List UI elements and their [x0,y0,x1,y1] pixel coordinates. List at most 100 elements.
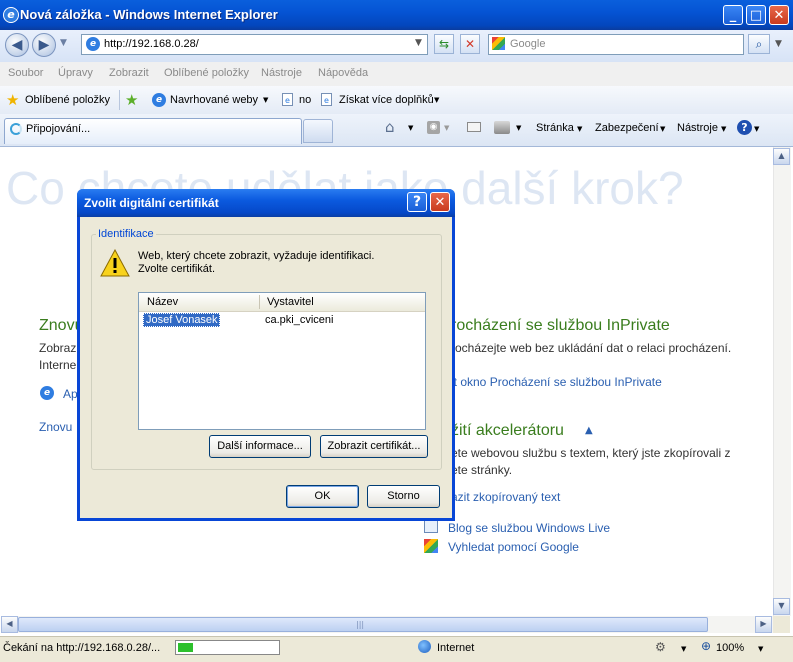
feeds-dropdown-icon[interactable]: ▼ [444,124,449,132]
menu-soubor[interactable]: Soubor [8,67,43,79]
collapse-icon[interactable]: ▲ [585,425,593,436]
scroll-left-button[interactable]: ◀ [1,616,18,633]
blog-link[interactable]: Blog se službou Windows Live [448,521,610,535]
favorites-star-icon: ★ [6,91,20,109]
search-options-icon[interactable]: ▼ [775,39,782,49]
favorite-no-link[interactable]: no [299,94,311,106]
print-dropdown-icon[interactable]: ▼ [516,124,521,132]
menu-napoveda[interactable]: Nápověda [318,67,368,79]
zoom-dropdown-icon[interactable]: ▼ [758,645,763,653]
print-icon[interactable] [494,121,510,134]
tab-title: Připojování... [26,123,91,135]
forward-button[interactable]: ▶ [32,33,56,57]
reopen-text-1: Zobrazit [39,341,83,355]
dialog-title: Zvolit digitální certifikát [84,196,219,210]
ie-logo-icon: e [3,7,19,23]
ie-reopen-icon: e [40,386,54,400]
addons-dropdown-icon[interactable]: ▼ [434,96,439,104]
divider [119,90,120,110]
refresh-icon[interactable]: ⇆ [434,34,454,54]
google-search-icon [424,539,438,553]
add-favorite-icon[interactable]: ★ [125,91,138,109]
dialog-message-2: Zvolte certifikát. [138,263,216,275]
history-dropdown-icon[interactable]: ▼ [60,38,67,48]
zoom-level[interactable]: 100% [716,642,744,654]
page-menu[interactable]: Stránka [536,122,574,134]
scroll-corner [773,616,790,633]
help-icon[interactable]: ? [737,120,752,135]
zoom-icon[interactable]: ⊕ [701,639,711,653]
loading-icon [10,123,22,135]
minimize-button[interactable]: _ [723,5,743,25]
tools-dropdown-icon: ▼ [721,125,727,133]
vertical-scrollbar[interactable] [773,147,791,616]
inprivate-link[interactable]: it okno Procházení se službou InPrivate [451,375,662,389]
inprivate-heading: rocházení se službou InPrivate [451,317,670,334]
security-menu[interactable]: Zabezpečení [595,122,659,134]
search-placeholder: Google [510,38,546,50]
google-search-link[interactable]: Vyhledat pomocí Google [448,540,579,554]
reopen-text-2: Interne [39,358,77,372]
accelerator-link[interactable]: azit zkopírovaný text [451,490,560,504]
page-addons-icon: e [321,93,332,106]
menu-upravy[interactable]: Úpravy [58,67,93,79]
cancel-button[interactable]: Storno [367,485,440,508]
scroll-up-button[interactable]: ▲ [773,148,790,165]
feeds-icon[interactable]: ◉ [427,121,440,134]
home-icon[interactable]: ⌂ [385,118,395,136]
more-info-button[interactable]: Další informace... [209,435,311,458]
maximize-button[interactable]: □ [746,5,766,25]
dialog-message-1: Web, který chcete zobrazit, vyžaduje ide… [138,250,375,262]
zone-text: Internet [437,642,475,654]
accelerator-text-1: ete webovou službu s textem, který jste … [451,446,731,460]
scroll-right-button[interactable]: ▶ [755,616,772,633]
suggested-sites-link[interactable]: Navrhované weby [170,94,258,106]
stop-icon[interactable]: ✕ [460,34,480,54]
column-issuer-header[interactable]: Vystavitel [267,296,314,308]
back-button[interactable]: ◀ [5,33,29,57]
mail-icon[interactable] [467,122,481,132]
address-url[interactable]: http://192.168.0.28/ [104,38,199,50]
close-button[interactable]: ✕ [769,5,789,25]
new-tab-button[interactable] [303,119,333,143]
ok-button[interactable]: OK [286,485,359,508]
security-dropdown-icon: ▼ [660,125,666,133]
tools-menu[interactable]: Nástroje [677,122,718,134]
view-certificate-button[interactable]: Zobrazit certifikát... [320,435,428,458]
protected-dropdown-icon[interactable]: ▼ [681,645,686,653]
menu-oblibene[interactable]: Oblíbené položky [164,67,249,79]
reopen-link[interactable]: Ap [63,387,78,401]
page-dropdown-icon: ▼ [577,125,583,133]
favorites-button[interactable]: Oblíbené položky [25,94,110,106]
scroll-grip-icon: ||| [356,620,365,629]
accelerator-text-2: ete stránky. [451,463,513,477]
menu-zobrazit[interactable]: Zobrazit [109,67,149,79]
help-dropdown-icon[interactable]: ▼ [754,125,759,133]
group-label: Identifikace [96,228,156,240]
dialog-help-button[interactable]: ? [407,192,427,212]
window-title: Nová záložka - Windows Internet Explorer [20,7,278,22]
column-divider[interactable] [259,295,260,309]
dialog-close-button[interactable]: ✕ [430,192,450,212]
blog-icon [424,520,438,533]
ie-suggested-icon: e [152,93,166,107]
home-dropdown-icon[interactable]: ▼ [408,124,413,132]
progress-fill [178,643,193,652]
protected-mode-icon[interactable]: ⚙ [655,640,666,654]
google-icon [492,37,505,50]
page-no-icon: e [282,93,293,106]
accelerator-heading: žití akcelerátoru [451,422,564,439]
address-dropdown-icon[interactable]: ▼ [415,38,422,48]
suggested-dropdown-icon[interactable]: ▼ [263,96,268,104]
menu-nastroje[interactable]: Nástroje [261,67,302,79]
internet-zone-icon [418,640,431,653]
cert-name-cell[interactable]: Josef Vonasek [146,314,218,326]
column-name-header[interactable]: Název [147,296,178,308]
more-addons-link[interactable]: Získat více doplňků [339,94,434,106]
warning-icon [100,249,130,277]
status-text: Čekání na http://192.168.0.28/... [3,642,161,654]
search-icon[interactable]: ⌕ [748,34,770,54]
cert-issuer-cell[interactable]: ca.pki_cviceni [265,314,333,326]
scroll-down-button[interactable]: ▼ [773,598,790,615]
reopen-session-link[interactable]: Znovu [39,420,72,434]
